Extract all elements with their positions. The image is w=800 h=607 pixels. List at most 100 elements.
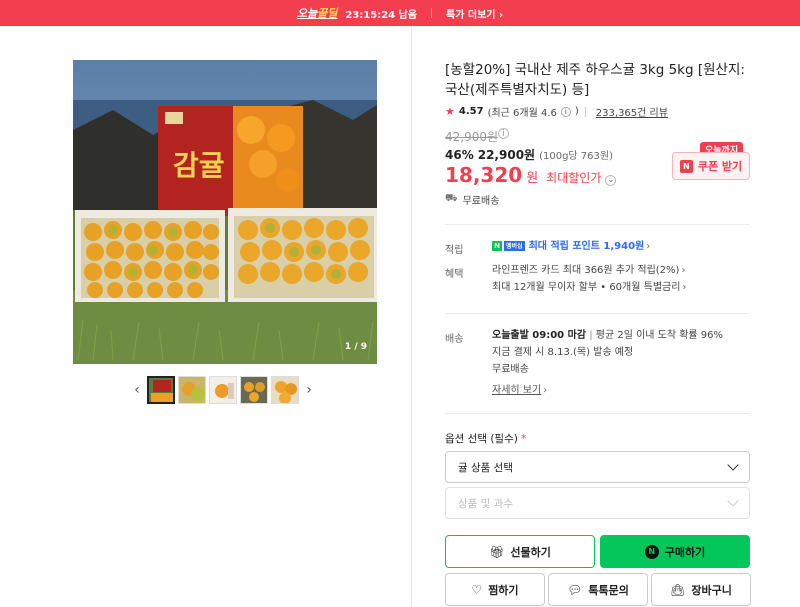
naver-n-icon: N <box>679 159 693 173</box>
thumbnail-5[interactable] <box>271 376 299 404</box>
chevron-right-icon: › <box>682 282 687 293</box>
chevron-down-icon <box>727 495 739 507</box>
benefit-installment[interactable]: 최대 12개월 무이자 할부 • 60개월 특별금리 › <box>492 279 686 296</box>
star-icon: ★ <box>445 105 455 118</box>
option-label-text: 옵션 선택 (필수) <box>445 433 518 445</box>
points-amount: 최대 적립 포인트 1,940원 <box>528 241 645 252</box>
benefit-installment-text: 최대 12개월 무이자 할부 • 60개월 특별금리 <box>492 282 681 293</box>
promo-separator <box>431 8 433 18</box>
talk-inquiry-button[interactable]: 💬︎ 톡톡문의 <box>548 573 648 606</box>
chevron-right-icon: › <box>646 241 651 252</box>
points-label: 적립 <box>445 245 464 256</box>
gift-label: 선물하기 <box>510 545 551 559</box>
shipping-fee: 무료배송 <box>462 196 500 207</box>
delivery-average: 평균 2일 이내 도착 확률 96% <box>595 330 724 341</box>
product-title: [농할20%] 국내산 제주 하우스귤 3kg 5kg [원산지: 국산(제주특… <box>445 62 745 98</box>
chevron-right-icon: › <box>498 9 504 21</box>
cart-button[interactable]: 👜︎ 장바구니 <box>651 573 751 606</box>
discount-row: 46% 22,900원 (100g당 763원) <box>445 146 613 163</box>
npay-plus-icon: N 멤버십 <box>492 241 525 251</box>
points-value[interactable]: N 멤버십 최대 적립 포인트 1,940원 › <box>492 238 650 255</box>
discount-price: 22,900원 <box>477 148 536 162</box>
thumbnail-image <box>272 377 298 403</box>
promo-more-label: 특가 더보기 <box>446 9 496 21</box>
benefit-lines: 라인프렌즈 카드 최대 366원 추가 적립(2%) › 최대 12개월 무이자 … <box>492 262 686 296</box>
final-price-row: 18,320 원 최대할인가 ⌄ <box>445 163 617 187</box>
benefit-card-text: 라인프렌즈 카드 최대 366원 추가 적립(2%) <box>492 265 680 276</box>
wishlist-button[interactable]: ♡ 찜하기 <box>445 573 545 606</box>
heart-icon: ♡ <box>471 582 483 597</box>
final-price-unit: 원 <box>526 171 539 186</box>
thumbnail-3[interactable] <box>209 376 237 404</box>
thumbnail-image <box>149 378 173 402</box>
thumbnail-image <box>179 377 205 403</box>
rating-score: 4.57 <box>458 106 484 117</box>
section-divider <box>445 313 750 314</box>
section-divider <box>445 413 750 414</box>
final-price: 18,320 <box>445 163 523 187</box>
sub-option-value: 상품 및 과수 <box>458 497 513 510</box>
info-icon[interactable]: i <box>560 106 571 117</box>
countdown-timer: 23:15:24 남음 <box>345 9 418 21</box>
chevron-right-icon: › <box>543 385 548 396</box>
promo-more-link[interactable]: 특가 더보기 › <box>446 6 503 21</box>
recent-rating: (최근 6개월 4.6 <box>487 108 557 119</box>
benefit-label: 혜택 <box>445 269 464 280</box>
product-option-value: 귤 상품 선택 <box>458 461 513 474</box>
shopping-bag-icon: 👜︎ <box>670 582 686 597</box>
delivery-label: 배송 <box>445 334 464 345</box>
delivery-info: 오늘출발 09:00 마감 | 평균 2일 이내 도착 확률 96% 지금 결제… <box>492 327 723 399</box>
max-discount-label[interactable]: 최대할인가 <box>546 169 601 186</box>
section-divider <box>445 224 750 225</box>
cart-label: 장바구니 <box>691 583 732 597</box>
product-photo: 감귤 <box>73 60 377 364</box>
price-info-icon[interactable]: i <box>498 128 509 139</box>
coupon-label: 쿠폰 받기 <box>697 160 743 173</box>
buy-button[interactable]: N 구매하기 <box>600 535 750 568</box>
delivery-fee: 무료배송 <box>492 364 529 375</box>
sub-option-select[interactable]: 상품 및 과수 <box>445 487 750 519</box>
shipping-summary: ⛟ 무료배송 <box>445 192 499 207</box>
thumbnail-4[interactable] <box>240 376 268 404</box>
talk-label: 톡톡문의 <box>588 583 629 597</box>
naver-pay-icon: N <box>644 544 659 559</box>
chevron-left-icon[interactable]: ‹ <box>130 382 144 398</box>
rating-separator <box>584 106 586 117</box>
product-option-select[interactable]: 귤 상품 선택 <box>445 451 750 483</box>
dispatch-deadline: 오늘출발 09:00 마감 <box>492 330 586 341</box>
thumbnail-image <box>210 377 236 403</box>
chevron-right-icon: › <box>681 265 686 276</box>
original-price: 42,900원 <box>445 130 499 144</box>
column-divider <box>411 26 412 607</box>
chevron-right-icon[interactable]: › <box>302 382 316 398</box>
required-mark: * <box>521 433 527 445</box>
truck-icon: ⛟ <box>445 193 458 204</box>
chevron-down-icon[interactable]: ⌄ <box>605 174 617 186</box>
buy-label: 구매하기 <box>664 545 706 559</box>
option-label: 옵션 선택 (필수) * <box>445 431 526 446</box>
chat-bubble-icon: 💬︎ <box>567 582 583 597</box>
promo-brand-highlight: 끝딜 <box>317 7 338 20</box>
gift-icon: 🎁︎ <box>489 544 505 559</box>
svg-text:감귤: 감귤 <box>173 149 225 182</box>
product-main-image[interactable]: 감귤 1 / 9 <box>73 60 377 364</box>
delivery-eta: 지금 결제 시 8.13.(목) 발송 예정 <box>492 347 634 358</box>
chevron-down-icon <box>727 459 739 471</box>
thumbnail-strip: ‹ › <box>130 375 316 405</box>
benefit-card[interactable]: 라인프렌즈 카드 최대 366원 추가 적립(2%) › <box>492 262 686 279</box>
gift-button[interactable]: 🎁︎ 선물하기 <box>445 535 595 568</box>
promo-bar: 오늘끝딜 23:15:24 남음 특가 더보기 › <box>0 0 800 26</box>
thumbnail-2[interactable] <box>178 376 206 404</box>
promo-brand[interactable]: 오늘끝딜 <box>297 5 338 21</box>
thumbnail-1[interactable] <box>147 376 175 404</box>
unit-price: (100g당 763원) <box>539 151 613 162</box>
delivery-detail[interactable]: 자세히 보기 › <box>492 382 723 399</box>
thumbnail-image <box>241 377 267 403</box>
review-count-link[interactable]: 233,365건 리뷰 <box>596 104 668 119</box>
promo-brand-prefix: 오늘 <box>296 7 318 20</box>
wish-label: 찜하기 <box>488 583 519 597</box>
rating-row: ★ 4.57 (최근 6개월 4.6 i) 233,365건 리뷰 <box>445 104 668 119</box>
coupon-button[interactable]: N 쿠폰 받기 <box>672 152 750 180</box>
delivery-detail-link[interactable]: 자세히 보기 <box>492 385 541 396</box>
image-counter: 1 / 9 <box>344 342 367 352</box>
